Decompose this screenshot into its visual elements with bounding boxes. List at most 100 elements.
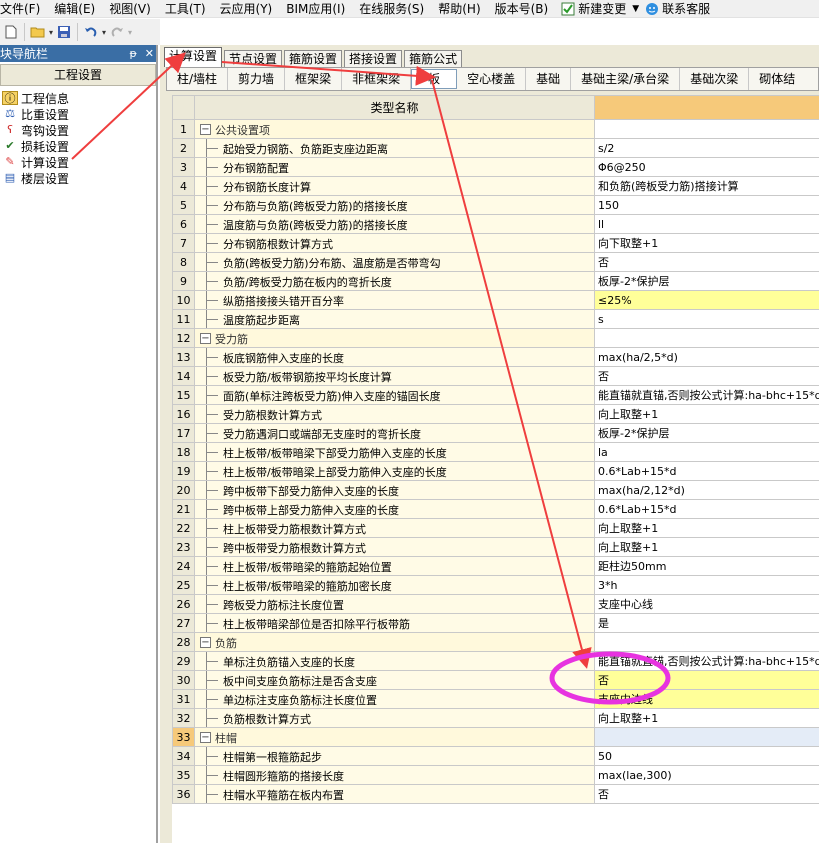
collapse-toggle-icon[interactable]: − xyxy=(200,637,211,648)
table-group-row[interactable]: 1− 公共设置项 xyxy=(172,119,819,139)
setting-value-cell[interactable]: 向下取整+1 xyxy=(594,233,819,253)
nav-item-weight-settings[interactable]: ⚖ 比重设置 xyxy=(0,106,156,122)
setting-value-cell[interactable]: 向上取整+1 xyxy=(594,404,819,424)
subtab-slab[interactable]: 板 xyxy=(411,69,458,89)
table-row[interactable]: 13 板底钢筋伸入支座的长度 max(ha/2,5*d) xyxy=(172,347,819,367)
setting-value-cell[interactable]: 否 xyxy=(594,366,819,386)
table-row[interactable]: 25 柱上板带/板带暗梁的箍筋加密长度 3*h xyxy=(172,575,819,595)
setting-value-cell[interactable]: 支座内边线 xyxy=(594,689,819,709)
setting-value-cell[interactable]: 0.6*Lab+15*d xyxy=(594,461,819,481)
subtab-masonry[interactable]: 砌体结 xyxy=(749,68,795,90)
subtab-hollow-floor[interactable]: 空心楼盖 xyxy=(457,68,527,90)
menu-edit[interactable]: 编辑(E) xyxy=(47,0,102,18)
table-row[interactable]: 15 面筋(单标注跨板受力筋)伸入支座的锚固长度 能直锚就直锚,否则按公式计算:ha… xyxy=(172,385,819,405)
setting-value-cell[interactable]: max(ha/2,12*d) xyxy=(594,480,819,500)
setting-value-cell[interactable]: s xyxy=(594,309,819,329)
menu-tools[interactable]: 工具(T) xyxy=(158,0,213,18)
subtab-shear-wall[interactable]: 剪力墙 xyxy=(228,68,286,90)
setting-value-cell[interactable]: 向上取整+1 xyxy=(594,537,819,557)
table-row[interactable]: 36 柱帽水平箍筋在板内布置 否 xyxy=(172,784,819,804)
subtab-column[interactable]: 柱/墙柱 xyxy=(167,68,229,90)
collapse-toggle-icon[interactable]: − xyxy=(200,333,211,344)
menu-version[interactable]: 版本号(B) xyxy=(488,0,556,18)
table-row[interactable]: 11 温度筋起步距离 s xyxy=(172,309,819,329)
new-change-button[interactable]: 新建变更 ▼ xyxy=(561,0,639,17)
table-row[interactable]: 3 分布钢筋配置 Φ6@250 xyxy=(172,157,819,177)
table-row[interactable]: 17 受力筋遇洞口或端部无支座时的弯折长度 板厚-2*保护层 xyxy=(172,423,819,443)
table-row[interactable]: 5 分布筋与负筋(跨板受力筋)的搭接长度 150 xyxy=(172,195,819,215)
nav-item-loss-settings[interactable]: ✔ 损耗设置 xyxy=(0,138,156,154)
tab-lap-settings[interactable]: 搭接设置 xyxy=(344,50,403,67)
save-button[interactable] xyxy=(55,22,73,42)
setting-value-cell[interactable]: 能直锚就直锚,否则按公式计算:ha-bhc+15*d xyxy=(594,385,819,405)
setting-value-cell[interactable]: la xyxy=(594,442,819,462)
setting-value-cell[interactable]: 向上取整+1 xyxy=(594,518,819,538)
setting-value-cell[interactable]: s/2 xyxy=(594,138,819,158)
setting-value-cell[interactable]: 能直锚就直锚,否则按公式计算:ha-bhc+15*d xyxy=(594,651,819,671)
menu-view[interactable]: 视图(V) xyxy=(102,0,158,18)
setting-value-cell[interactable]: max(ha/2,5*d) xyxy=(594,347,819,367)
undo-button[interactable] xyxy=(82,22,100,42)
setting-value-cell[interactable]: 向上取整+1 xyxy=(594,708,819,728)
setting-value-cell[interactable]: 板厚-2*保护层 xyxy=(594,423,819,443)
setting-value-cell[interactable]: 50 xyxy=(594,746,819,766)
table-row[interactable]: 21 跨中板带上部受力筋伸入支座的长度 0.6*Lab+15*d xyxy=(172,499,819,519)
table-group-row[interactable]: 33− 柱帽 xyxy=(172,727,819,747)
table-row[interactable]: 19 柱上板带/板带暗梁上部受力筋伸入支座的长度 0.6*Lab+15*d xyxy=(172,461,819,481)
table-row[interactable]: 18 柱上板带/板带暗梁下部受力筋伸入支座的长度 la xyxy=(172,442,819,462)
table-row[interactable]: 23 跨中板带受力筋根数计算方式 向上取整+1 xyxy=(172,537,819,557)
menu-file[interactable]: 文件(F) xyxy=(0,0,47,18)
table-row[interactable]: 22 柱上板带受力筋根数计算方式 向上取整+1 xyxy=(172,518,819,538)
setting-value-cell[interactable]: 板厚-2*保护层 xyxy=(594,271,819,291)
table-row[interactable]: 34 柱帽第一根箍筋起步 50 xyxy=(172,746,819,766)
table-row[interactable]: 10 纵筋搭接接头错开百分率 ≤25% xyxy=(172,290,819,310)
open-dropdown-arrow[interactable]: ▾ xyxy=(47,22,55,42)
setting-value-cell[interactable]: 否 xyxy=(594,670,819,690)
new-file-button[interactable] xyxy=(2,22,20,42)
table-row[interactable]: 27 柱上板带暗梁部位是否扣除平行板带筋 是 xyxy=(172,613,819,633)
subtab-foundation[interactable]: 基础 xyxy=(526,68,572,90)
setting-value-cell[interactable]: 支座中心线 xyxy=(594,594,819,614)
nav-item-calc-settings[interactable]: ✎ 计算设置 xyxy=(0,153,156,171)
setting-value-cell[interactable]: ll xyxy=(594,214,819,234)
table-group-row[interactable]: 28− 负筋 xyxy=(172,632,819,652)
subtab-foundation-main-beam[interactable]: 基础主梁/承台梁 xyxy=(571,68,681,90)
table-row[interactable]: 9 负筋/跨板受力筋在板内的弯折长度 板厚-2*保护层 xyxy=(172,271,819,291)
undo-dropdown-arrow[interactable]: ▾ xyxy=(100,22,108,42)
close-icon[interactable]: ✕ xyxy=(145,47,154,60)
setting-value-cell[interactable]: 否 xyxy=(594,252,819,272)
subtab-frame-beam[interactable]: 框架梁 xyxy=(285,68,343,90)
redo-button[interactable] xyxy=(108,22,126,42)
contact-service-button[interactable]: 联系客服 xyxy=(645,0,710,17)
menu-cloud[interactable]: 云应用(Y) xyxy=(213,0,280,18)
tab-stirrup-settings[interactable]: 箍筋设置 xyxy=(284,50,343,67)
table-group-row[interactable]: 12− 受力筋 xyxy=(172,328,819,348)
table-row[interactable]: 30 板中间支座负筋标注是否含支座 否 xyxy=(172,670,819,690)
nav-item-floor-settings[interactable]: ▤ 楼层设置 xyxy=(0,170,156,186)
table-row[interactable]: 7 分布钢筋根数计算方式 向下取整+1 xyxy=(172,233,819,253)
nav-section-header[interactable]: 工程设置 xyxy=(0,64,156,86)
setting-value-cell[interactable]: 150 xyxy=(594,195,819,215)
table-row[interactable]: 20 跨中板带下部受力筋伸入支座的长度 max(ha/2,12*d) xyxy=(172,480,819,500)
redo-dropdown-arrow[interactable]: ▾ xyxy=(126,22,134,42)
menu-help[interactable]: 帮助(H) xyxy=(431,0,487,18)
table-row[interactable]: 32 负筋根数计算方式 向上取整+1 xyxy=(172,708,819,728)
nav-item-project-info[interactable]: ⓘ 工程信息 xyxy=(0,90,156,106)
subtab-non-frame-beam[interactable]: 非框架梁 xyxy=(342,68,412,90)
setting-value-cell[interactable]: 和负筋(跨板受力筋)搭接计算 xyxy=(594,176,819,196)
table-row[interactable]: 31 单边标注支座负筋标注长度位置 支座内边线 xyxy=(172,689,819,709)
setting-value-cell[interactable]: max(lae,300) xyxy=(594,765,819,785)
collapse-toggle-icon[interactable]: − xyxy=(200,124,211,135)
setting-value-cell[interactable]: 0.6*Lab+15*d xyxy=(594,499,819,519)
open-file-button[interactable] xyxy=(29,22,47,42)
table-row[interactable]: 24 柱上板带/板带暗梁的箍筋起始位置 距柱边50mm xyxy=(172,556,819,576)
table-row[interactable]: 2 起始受力钢筋、负筋距支座边距离 s/2 xyxy=(172,138,819,158)
table-row[interactable]: 29 单标注负筋锚入支座的长度 能直锚就直锚,否则按公式计算:ha-bhc+15*d xyxy=(172,651,819,671)
setting-value-cell[interactable]: 是 xyxy=(594,613,819,633)
table-row[interactable]: 26 跨板受力筋标注长度位置 支座中心线 xyxy=(172,594,819,614)
collapse-toggle-icon[interactable]: − xyxy=(200,732,211,743)
setting-value-cell[interactable]: 距柱边50mm xyxy=(594,556,819,576)
tab-calc-settings[interactable]: 计算设置 xyxy=(164,47,223,67)
tab-stirrup-formula[interactable]: 箍筋公式 xyxy=(404,50,463,67)
tab-node-settings[interactable]: 节点设置 xyxy=(224,50,283,67)
